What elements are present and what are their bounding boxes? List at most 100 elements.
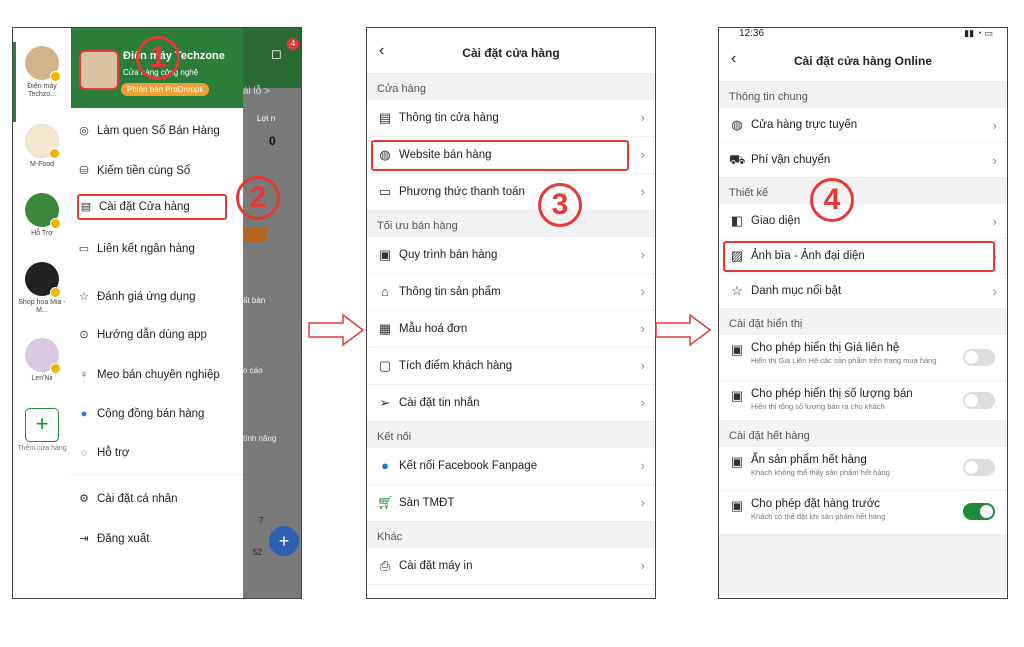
- chevron-right-icon: ›: [992, 118, 997, 133]
- rail-store-mfood[interactable]: M-Food: [13, 124, 71, 169]
- row-tich-diem[interactable]: ▢ Tích điểm khách hàng ›: [367, 348, 655, 385]
- row-website-ban-hang[interactable]: ◍ Website bán hàng ›: [367, 137, 655, 174]
- chevron-right-icon: ›: [640, 147, 645, 162]
- row-cua-hang-truc-tuyen[interactable]: ◍ Cửa hàng trực tuyến ›: [719, 108, 1007, 143]
- logout-icon: ⇥: [79, 533, 89, 545]
- nav-bar: ‹ Cài đặt cửa hàng: [367, 28, 655, 74]
- chevron-right-icon: ›: [992, 284, 997, 299]
- overlay-value: 0: [269, 134, 276, 148]
- cart-icon: 🛒︎: [377, 495, 394, 510]
- section-header: Cài đặt hiển thị: [719, 309, 1007, 335]
- menu-item-danh-gia[interactable]: ☆ Đánh giá ứng dụng: [77, 284, 239, 310]
- crown-badge-icon: [50, 363, 61, 374]
- chevron-right-icon: ›: [640, 110, 645, 125]
- rail-store-shophoa[interactable]: Shop hoa Mia - M...: [13, 262, 71, 315]
- rail-store-lennii[interactable]: Len'Nii: [13, 338, 71, 383]
- menu-item-huong-dan[interactable]: ⊙ Hướng dẫn dùng app: [77, 322, 239, 348]
- row-danh-muc[interactable]: ☆ Danh mục nổi bật ›: [719, 274, 1007, 309]
- menu-label: Đăng xuất: [97, 533, 150, 545]
- points-icon: ▢: [378, 358, 392, 373]
- phone-online-settings: 12:36 ▮▮ ◔ ▭ ‹ Cài đặt cửa hàng Online Th…: [718, 27, 1008, 599]
- version-pill[interactable]: Phiên bản ProDroppii: [121, 83, 210, 96]
- toggle-dat-hang-truoc[interactable]: [963, 503, 995, 520]
- row-label: Cài đặt tin nhắn: [399, 397, 480, 409]
- menu-item-kiem-tien[interactable]: ⛁ Kiếm tiền cùng Sổ: [77, 158, 239, 184]
- row-facebook-fanpage[interactable]: ● Kết nối Facebook Fanpage ›: [367, 448, 655, 485]
- rail-store-techzone[interactable]: Điện máy Techzo...: [13, 46, 71, 99]
- avatar: [25, 338, 61, 374]
- toggle-so-luong-ban[interactable]: [963, 392, 995, 409]
- menu-label: Cài đặt cá nhân: [97, 493, 178, 505]
- coins-icon: ⛁: [79, 165, 89, 177]
- row-thong-tin-cua-hang[interactable]: ▤ Thông tin cửa hàng ›: [367, 100, 655, 137]
- rail-label: M-Food: [29, 161, 55, 168]
- overlay-label: o cáo: [243, 366, 263, 375]
- row-giao-dien[interactable]: ◧ Giao diện ›: [719, 204, 1007, 239]
- toggle-an-san-pham[interactable]: [963, 459, 995, 476]
- row-cai-dat-tin-nhan[interactable]: ➢ Cài đặt tin nhắn ›: [367, 385, 655, 422]
- rail-store-hotro[interactable]: Hỗ Trợ: [13, 193, 71, 238]
- menu-item-cong-dong[interactable]: ● Cộng đồng bán hàng: [77, 401, 239, 427]
- rail-label: Thêm cửa hàng: [17, 445, 67, 452]
- add-store-button[interactable]: + Thêm cửa hàng: [13, 408, 71, 453]
- row-label: Cài đặt máy in: [399, 560, 473, 572]
- row-mau-hoa-don[interactable]: ▦ Mẫu hoá đơn ›: [367, 311, 655, 348]
- row-anh-bia[interactable]: ▨ Ảnh bìa - Ảnh đại diện ›: [719, 239, 1007, 274]
- menu-item-dang-xuat[interactable]: ⇥ Đăng xuất: [77, 526, 239, 552]
- row-phuong-thuc-thanh-toan[interactable]: ▭ Phương thức thanh toán ›: [367, 174, 655, 211]
- dimmed-background[interactable]: ◻ 4 ài lỗ > Lợi n 0 ất bán o cáo tính nă…: [243, 28, 301, 598]
- price-tag-icon: ▣: [730, 342, 744, 357]
- row-label: Ẩn sản phẩm hết hàng: [751, 454, 867, 466]
- row-sublabel: Hiển thị tổng số lượng bán ra cho khách: [751, 402, 885, 411]
- overlay-label: 52: [253, 548, 262, 557]
- section-header: Cửa hàng: [367, 74, 655, 100]
- row-phi-van-chuyen[interactable]: ⛟ Phí vận chuyển ›: [719, 143, 1007, 178]
- overlay-label: ất bán: [243, 296, 266, 305]
- spiral-icon: ◎: [79, 125, 89, 137]
- printer-icon: ⎙: [379, 558, 391, 573]
- chevron-right-icon: ›: [992, 153, 997, 168]
- menu-label: Hỗ trợ: [97, 447, 130, 459]
- menu-item-cai-dat-cua-hang[interactable]: ▤ Cài đặt Cửa hàng: [77, 194, 227, 220]
- menu-item-lam-quen[interactable]: ◎ Làm quen Sổ Bán Hàng: [77, 118, 239, 144]
- avatar: [25, 124, 60, 159]
- chevron-right-icon: ›: [640, 184, 645, 199]
- crown-badge-icon: [50, 71, 61, 82]
- store-avatar[interactable]: [79, 50, 119, 90]
- row-label: Thông tin sản phẩm: [399, 286, 501, 298]
- menu-label: Cộng đồng bán hàng: [97, 408, 205, 420]
- store-rail: Điện máy Techzo... M-Food Hỗ Trợ Shop ho…: [13, 28, 71, 598]
- overlay-label: tính năng: [243, 434, 277, 443]
- chevron-right-icon: ›: [640, 558, 645, 573]
- row-label: Thông tin cửa hàng: [399, 112, 499, 124]
- row-label: Cho phép hiển thị Giá liên hệ: [751, 342, 900, 354]
- menu-label: Liên kết ngân hàng: [97, 243, 195, 255]
- row-thong-tin-san-pham[interactable]: ⌂ Thông tin sản phẩm ›: [367, 274, 655, 311]
- menu-item-cai-dat-ca-nhan[interactable]: ⚙ Cài đặt cá nhân: [77, 486, 239, 512]
- arrow-right-icon: [655, 313, 712, 347]
- product-icon: ⌂: [381, 284, 389, 299]
- page-title: Cài đặt cửa hàng Online: [793, 54, 933, 68]
- row-may-in[interactable]: ⎙ Cài đặt máy in ›: [367, 548, 655, 585]
- step-marker-2: 2: [236, 176, 280, 220]
- row-san-tmdt[interactable]: 🛒︎ Sàn TMĐT ›: [367, 485, 655, 522]
- menu-item-meo-ban[interactable]: ♀ Mẹo bán chuyên nghiệp: [77, 362, 239, 388]
- overlay-chip: ài lỗ >: [243, 86, 270, 97]
- menu-label: Kiếm tiền cùng Sổ: [97, 165, 191, 177]
- rail-label: Hỗ Trợ: [31, 230, 53, 237]
- crown-badge-icon: [49, 148, 60, 159]
- row-label: Kết nối Facebook Fanpage: [399, 460, 538, 472]
- row-label: Quy trình bán hàng: [399, 249, 498, 261]
- row-quy-trinh[interactable]: ▣ Quy trình bán hàng ›: [367, 237, 655, 274]
- crown-badge-icon: [50, 287, 61, 298]
- row-label: Cho phép đặt hàng trước: [751, 498, 881, 510]
- fab-add-button[interactable]: +: [269, 526, 299, 556]
- toggle-gia-lien-he[interactable]: [963, 349, 995, 366]
- row-an-san-pham: ▣ Ẩn sản phẩm hết hàng Khách không thể thấ…: [719, 447, 1007, 491]
- page-title: Cài đặt cửa hàng: [462, 46, 560, 60]
- menu-item-ho-tro[interactable]: ◌ Hỗ trợ: [77, 440, 239, 466]
- step-marker-4: 4: [810, 178, 854, 222]
- phone-store-settings: ‹ Cài đặt cửa hàng Cửa hàng ▤ Thông tin c…: [366, 27, 656, 599]
- section-header: Khác: [367, 522, 655, 548]
- menu-item-lien-ket-ngan-hang[interactable]: ▭ Liên kết ngân hàng: [77, 236, 239, 262]
